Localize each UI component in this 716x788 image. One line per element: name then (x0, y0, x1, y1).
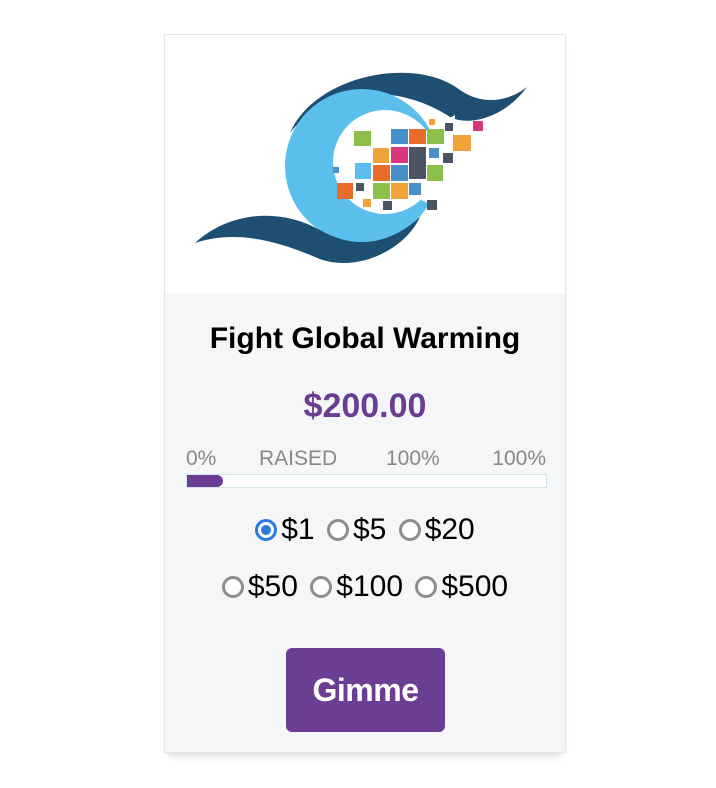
globe-pixel-swoosh-logo-icon (195, 72, 527, 264)
progress-bar (186, 474, 547, 488)
donation-option-label: $1 (281, 513, 315, 546)
donation-option-label: $50 (247, 570, 298, 603)
progress-fill (187, 475, 223, 487)
progress-labels: 0% RAISED 100% 100% (186, 447, 546, 473)
donation-option-500[interactable]: $500 (415, 570, 508, 604)
donation-option-100[interactable]: $100 (310, 570, 403, 604)
gimme-button[interactable]: Gimme (286, 648, 445, 732)
donation-option-5[interactable]: $5 (326, 513, 387, 547)
logo-area (165, 35, 565, 294)
donation-option-label: $500 (441, 570, 509, 603)
donation-option-50[interactable]: $50 (221, 570, 298, 604)
radio-button[interactable] (255, 519, 278, 541)
progress-label-raised: RAISED (259, 447, 338, 470)
donation-options-row-2: $50 $100 $500 (165, 570, 565, 606)
donation-options-row-1: $1 $5 $20 (165, 513, 565, 549)
radio-button[interactable] (398, 519, 421, 541)
donation-option-label: $20 (424, 513, 475, 546)
campaign-title: Fight Global Warming (209, 322, 521, 355)
progress-label-mid: 100% (386, 447, 440, 470)
donation-option-label: $100 (336, 570, 404, 603)
campaign-card: Fight Global Warming $200.00 0% RAISED 1… (164, 34, 566, 753)
raised-amount: $200.00 (303, 387, 427, 425)
donation-option-1[interactable]: $1 (255, 513, 315, 547)
donation-option-20[interactable]: $20 (398, 513, 475, 547)
radio-button[interactable] (326, 519, 349, 541)
donation-option-label: $5 (352, 513, 387, 546)
radio-button[interactable] (415, 576, 438, 598)
radio-button[interactable] (310, 576, 333, 598)
progress-label-end: 100% (492, 447, 546, 470)
progress-label-start: 0% (186, 447, 217, 470)
radio-button[interactable] (221, 576, 244, 598)
